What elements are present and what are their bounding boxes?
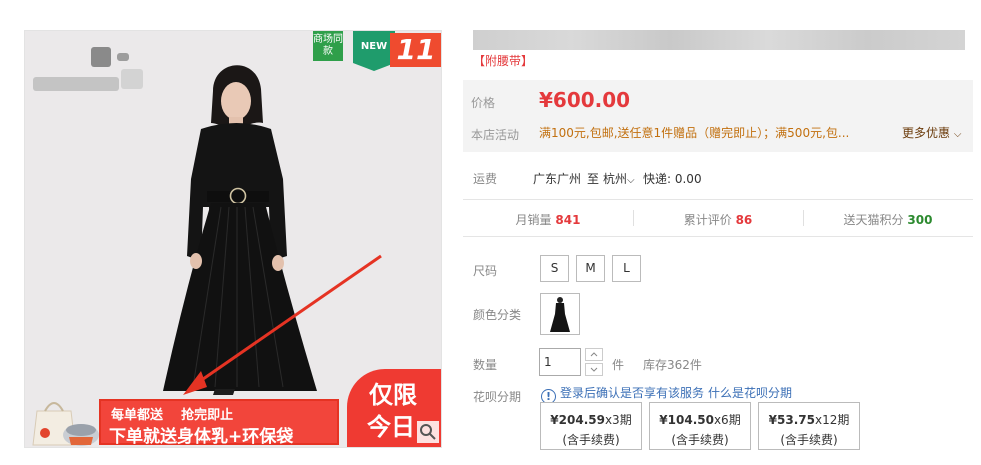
points-label: 送天猫积分	[843, 213, 904, 227]
gift-promo-line2: 下单就送身体乳+环保袋	[109, 427, 294, 447]
reviews-label: 累计评价	[683, 213, 732, 227]
ship-to-dropdown[interactable]: 杭州⌵	[603, 170, 635, 187]
today-only-line2: 今日	[367, 413, 415, 441]
promo-banner: 每单都送 抢完即止 下单就送身体乳+环保袋 仅限 今日	[25, 369, 441, 447]
installment-periods: x12期	[814, 413, 850, 427]
installment-price: ¥204.59x3期	[541, 411, 641, 428]
chevron-down-icon: ⌵	[627, 175, 635, 186]
color-option-black[interactable]	[540, 293, 580, 335]
product-title-redacted	[473, 30, 965, 50]
quantity-label: 数量	[473, 358, 498, 372]
shop-logo	[33, 41, 145, 97]
huabei-label: 花呗分期	[473, 390, 522, 404]
reviews-value: 86	[735, 213, 753, 227]
dress-thumbnail	[550, 297, 570, 332]
chevron-down-icon	[590, 367, 598, 372]
shipping-label: 运费	[473, 172, 498, 186]
price-panel: 价格 ¥600.00 本店活动 满100元,包邮,送任意1件赠品（赠完即止）；满…	[463, 80, 973, 152]
monthly-sales-label: 月销量	[515, 213, 552, 227]
new-badge-label: NEW	[360, 41, 388, 52]
installment-amount: ¥204.59	[550, 413, 605, 427]
tmall-points: 送天猫积分 300	[803, 211, 973, 228]
gift-bag-icon	[32, 402, 99, 446]
chevron-up-icon	[590, 352, 598, 357]
ship-to-word: 至	[587, 172, 600, 186]
monthly-sales-value: 841	[555, 213, 581, 227]
today-only-line1: 仅限	[369, 381, 417, 409]
ship-to-value: 杭州	[603, 172, 628, 186]
product-page: 商场同款 NEW 11 每单都送 抢完即止 下单就送身体乳+环保袋 仅限 今日 …	[0, 0, 981, 465]
shipping-row: 运费 广东广州 至 杭州⌵ 快递: 0.00	[473, 170, 973, 186]
points-value: 300	[907, 213, 933, 227]
quantity-unit: 件	[612, 358, 625, 372]
installment-periods: x3期	[604, 413, 632, 427]
size-label: 尺码	[473, 264, 498, 278]
ship-method: 快递: 0.00	[643, 172, 702, 186]
quantity-increase-button[interactable]	[585, 348, 603, 361]
shop-promo-text: 满100元,包邮,送任意1件赠品（赠完即止）；满500元,包...	[539, 126, 850, 140]
what-is-huabei-link[interactable]: 什么是花呗分期	[708, 386, 792, 400]
huabei-info: ! 登录后确认是否享有该服务 什么是花呗分期	[541, 384, 792, 404]
shop-promo-label: 本店活动	[471, 128, 520, 142]
mall-same-style-badge: 商场同款	[313, 31, 343, 61]
installment-periods: x6期	[713, 413, 741, 427]
gift-promo-line1: 每单都送 抢完即止	[111, 408, 234, 423]
new-badge: NEW	[353, 31, 395, 71]
color-label: 颜色分类	[473, 308, 522, 322]
installment-fee: (含手续费)	[671, 433, 729, 447]
monthly-sales: 月销量 841	[463, 211, 633, 228]
price-value: ¥600.00	[539, 88, 631, 112]
product-subtitle: 【附腰带】	[473, 54, 534, 68]
installment-fee: (含手续费)	[780, 433, 838, 447]
installment-fee: (含手续费)	[562, 433, 620, 447]
installment-option-12[interactable]: ¥53.75x12期 (含手续费)	[758, 402, 860, 450]
installment-option-3[interactable]: ¥204.59x3期 (含手续费)	[540, 402, 642, 450]
stock-count: 库存362件	[643, 358, 702, 372]
size-option-l[interactable]: L	[612, 255, 641, 282]
more-discounts-label: 更多优惠	[902, 126, 951, 140]
price-label: 价格	[471, 96, 496, 110]
quantity-input[interactable]: 1	[539, 348, 581, 376]
gift-promo-box: 每单都送 抢完即止 下单就送身体乳+环保袋	[99, 399, 339, 447]
quantity-decrease-button[interactable]	[585, 363, 603, 376]
reviews-count[interactable]: 累计评价 86	[633, 211, 803, 228]
sales-stats: 月销量 841 累计评价 86 送天猫积分 300	[463, 199, 973, 237]
ship-from: 广东广州	[533, 172, 582, 186]
magnifier-icon[interactable]	[417, 421, 439, 443]
more-discounts-link[interactable]: 更多优惠 ⌵	[902, 124, 961, 141]
huabei-login-link[interactable]: 登录后确认是否享有该服务	[560, 386, 704, 400]
installment-price: ¥53.75x12期	[759, 411, 859, 428]
installment-price: ¥104.50x6期	[650, 411, 750, 428]
chevron-down-icon: ⌵	[953, 129, 962, 140]
size-option-s[interactable]: S	[540, 255, 569, 282]
double-eleven-badge: 11	[390, 33, 441, 67]
size-option-m[interactable]: M	[576, 255, 605, 282]
product-main-image[interactable]: 商场同款 NEW 11 每单都送 抢完即止 下单就送身体乳+环保袋 仅限 今日	[24, 30, 442, 448]
installment-amount: ¥53.75	[768, 413, 815, 427]
installment-amount: ¥104.50	[659, 413, 714, 427]
installment-option-6[interactable]: ¥104.50x6期 (含手续费)	[649, 402, 751, 450]
